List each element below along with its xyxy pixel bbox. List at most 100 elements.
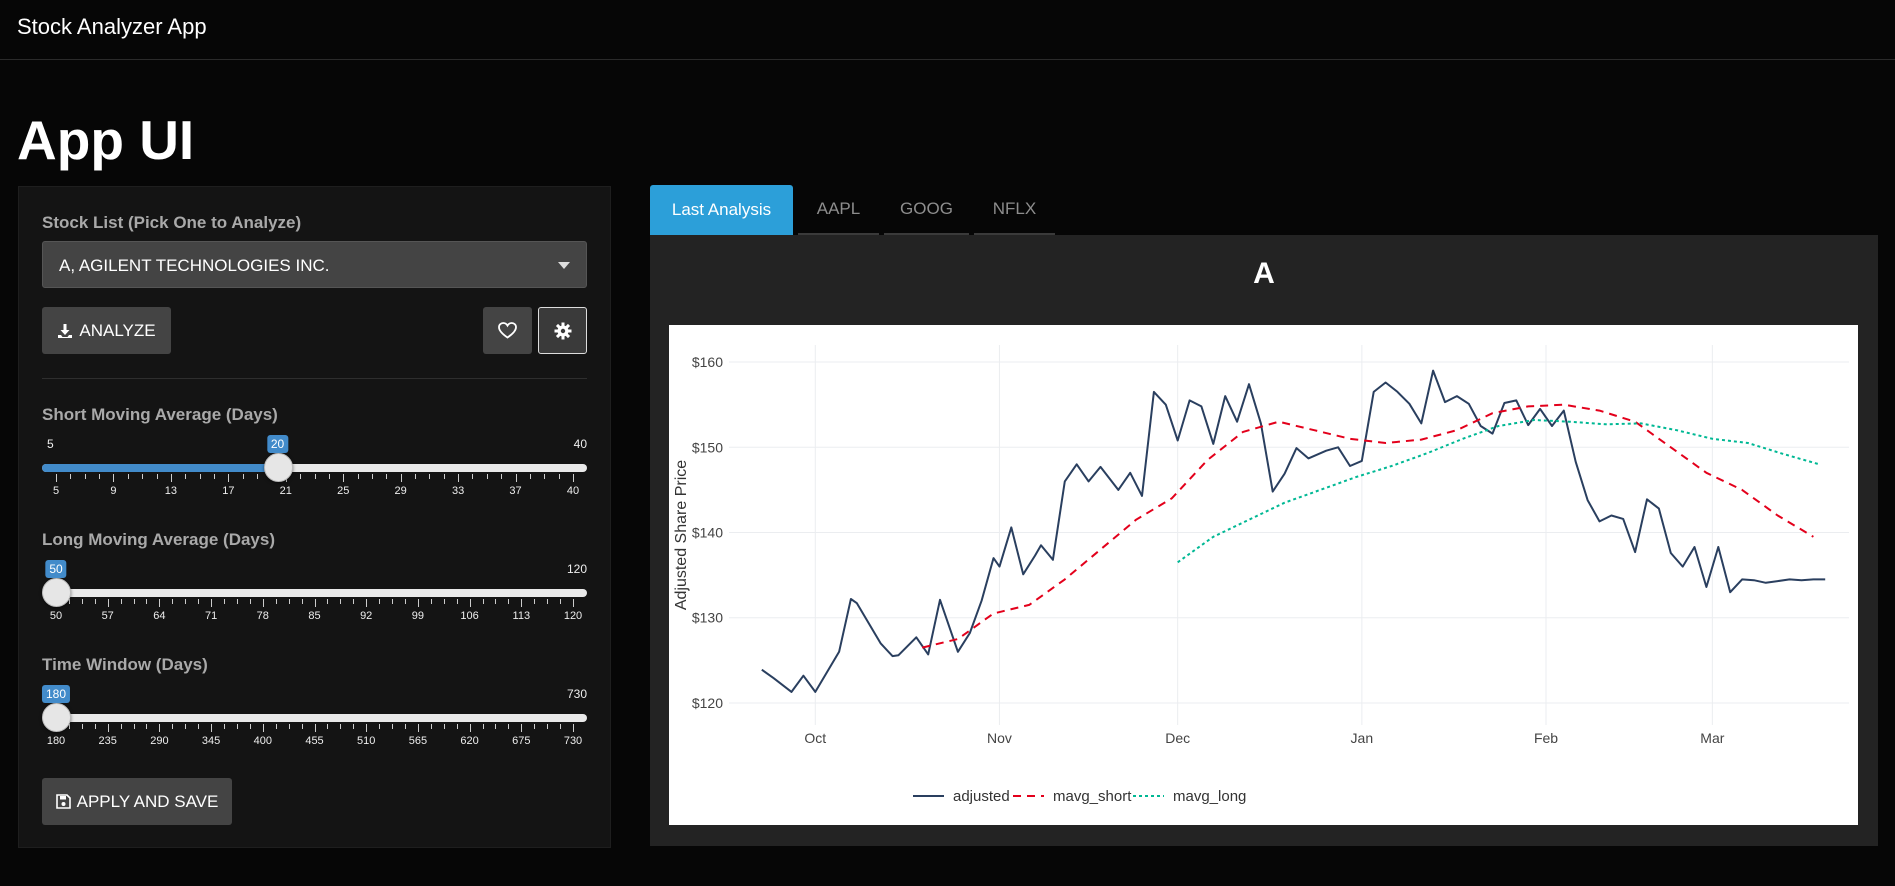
slider-track[interactable] xyxy=(42,589,587,597)
page-title: App UI xyxy=(17,109,195,171)
slider-minor-tick xyxy=(456,599,458,604)
slider-handle[interactable] xyxy=(42,578,71,607)
slider-tick-label: 5 xyxy=(52,485,60,497)
slider-minor-tick xyxy=(357,474,359,479)
slider-tick-label: 400 xyxy=(253,735,272,747)
slider-minor-tick xyxy=(288,599,290,604)
slider-major-tick xyxy=(573,474,574,482)
slider-major-tick xyxy=(56,474,57,482)
heart-icon xyxy=(498,322,517,339)
slider-tick-label: 64 xyxy=(153,610,166,622)
slider-minor-tick xyxy=(81,724,83,729)
tab-aapl[interactable]: AAPL xyxy=(798,185,879,235)
slider-minor-tick xyxy=(544,474,546,479)
slider-minor-tick xyxy=(534,599,536,604)
slider-tick-label: 235 xyxy=(98,735,117,747)
favorite-button[interactable] xyxy=(483,307,532,354)
slider-minor-tick xyxy=(340,724,342,729)
y-tick-label: $140 xyxy=(692,525,723,541)
slider-tick-label: 120 xyxy=(563,610,583,622)
slider-minor-tick xyxy=(199,474,201,479)
settings-button[interactable] xyxy=(538,307,587,354)
app-brand[interactable]: Stock Analyzer App xyxy=(17,14,207,40)
caret-down-icon xyxy=(558,262,570,269)
legend-label-adjusted: adjusted xyxy=(953,788,1010,805)
slider-minor-tick xyxy=(249,599,251,604)
price-chart[interactable]: $120 $130 $140 $150 $160 Oct Nov Dec Jan Feb Mar Ad… xyxy=(669,325,1858,825)
slider-minor-tick xyxy=(84,474,86,479)
slider-minor-tick xyxy=(560,724,562,729)
slider-minor-tick xyxy=(236,599,238,604)
analyze-button[interactable]: ANALYZE xyxy=(42,307,171,354)
divider xyxy=(42,378,587,379)
slider-minor-tick xyxy=(560,599,562,604)
slider-minor-tick xyxy=(508,724,510,729)
short-ma-slider[interactable]: 5 40 5 9 13 17 21 25 29 33 37 40 20 xyxy=(42,435,587,517)
slider-max-label: 40 xyxy=(573,437,587,451)
x-tick-label: Nov xyxy=(987,730,1012,746)
slider-minor-tick xyxy=(300,474,302,479)
tab-goog[interactable]: GOOG xyxy=(884,185,969,235)
slider-minor-tick xyxy=(486,474,488,479)
slider-minor-tick xyxy=(224,599,226,604)
slider-minor-tick xyxy=(443,599,445,604)
slider-tick-label: 50 xyxy=(49,610,63,622)
slider-minor-tick xyxy=(353,724,355,729)
slider-tick-label: 71 xyxy=(204,610,218,622)
slider-ticks xyxy=(42,599,587,609)
stock-select-value: A, AGILENT TECHNOLOGIES INC. xyxy=(59,256,330,275)
x-tick-label: Mar xyxy=(1700,730,1724,746)
gear-icon xyxy=(554,322,572,340)
slider-minor-tick xyxy=(275,599,277,604)
slider-major-tick xyxy=(343,474,345,482)
slider-tick-label: 13 xyxy=(164,485,177,497)
plot-area[interactable]: $120 $130 $140 $150 $160 Oct Nov Dec Jan Feb Mar Ad… xyxy=(669,325,1858,825)
slider-tick-label: 37 xyxy=(509,485,522,497)
slider-minor-tick xyxy=(371,474,373,479)
slider-minor-tick xyxy=(288,724,290,729)
x-tick-label: Jan xyxy=(1351,730,1374,746)
tab-nflx[interactable]: NFLX xyxy=(974,185,1055,235)
slider-minor-tick xyxy=(327,599,329,604)
slider-tick-label: 40 xyxy=(566,485,580,497)
slider-minor-tick xyxy=(142,474,144,479)
slider-minor-tick xyxy=(482,724,484,729)
slider-fill xyxy=(42,464,278,472)
slider-minor-tick xyxy=(94,724,96,729)
slider-major-tick xyxy=(262,724,264,732)
slider-track[interactable] xyxy=(42,714,587,722)
slider-minor-tick xyxy=(185,724,187,729)
slider-tick-label: 106 xyxy=(460,610,479,622)
slider-major-tick xyxy=(366,724,368,732)
slider-minor-tick xyxy=(301,724,303,729)
slider-major-tick xyxy=(314,599,316,607)
slider-major-tick xyxy=(573,724,574,732)
slider-minor-tick xyxy=(133,724,135,729)
apply-and-save-button[interactable]: APPLY AND SAVE xyxy=(42,778,232,825)
slider-minor-tick xyxy=(242,474,244,479)
slider-major-tick xyxy=(228,474,230,482)
slider-tick-label: 85 xyxy=(308,610,321,622)
long-ma-slider[interactable]: 50120505764717885929910611312050 xyxy=(42,560,587,642)
stock-list-label: Stock List (Pick One to Analyze) xyxy=(42,213,302,232)
slider-minor-tick xyxy=(172,724,174,729)
slider-minor-tick xyxy=(249,724,251,729)
slider-minor-tick xyxy=(534,724,536,729)
slider-minor-tick xyxy=(430,599,432,604)
slider-major-tick xyxy=(417,724,419,732)
stock-select[interactable]: A, AGILENT TECHNOLOGIES INC. xyxy=(42,241,587,288)
slider-handle[interactable] xyxy=(42,703,71,732)
slider-minor-tick xyxy=(340,599,342,604)
analysis-panel: A $120 $130 $140 $150 $160 Oct Nov Dec Jan Feb Mar… xyxy=(650,235,1878,846)
time-window-slider[interactable]: 1807301802352903454004555105656206757301… xyxy=(41,685,587,767)
slider-handle[interactable] xyxy=(263,453,293,482)
slider-minor-tick xyxy=(429,474,431,479)
slider-value-bubble: 20 xyxy=(266,435,289,453)
slider-minor-tick xyxy=(472,474,474,479)
x-tick-label: Dec xyxy=(1165,730,1190,746)
slider-tick-label: 92 xyxy=(360,610,373,622)
slider-minor-tick xyxy=(327,724,329,729)
tab-last-analysis[interactable]: Last Analysis xyxy=(650,185,793,235)
slider-tick-label: 510 xyxy=(357,735,376,747)
slider-major-tick xyxy=(400,474,402,482)
